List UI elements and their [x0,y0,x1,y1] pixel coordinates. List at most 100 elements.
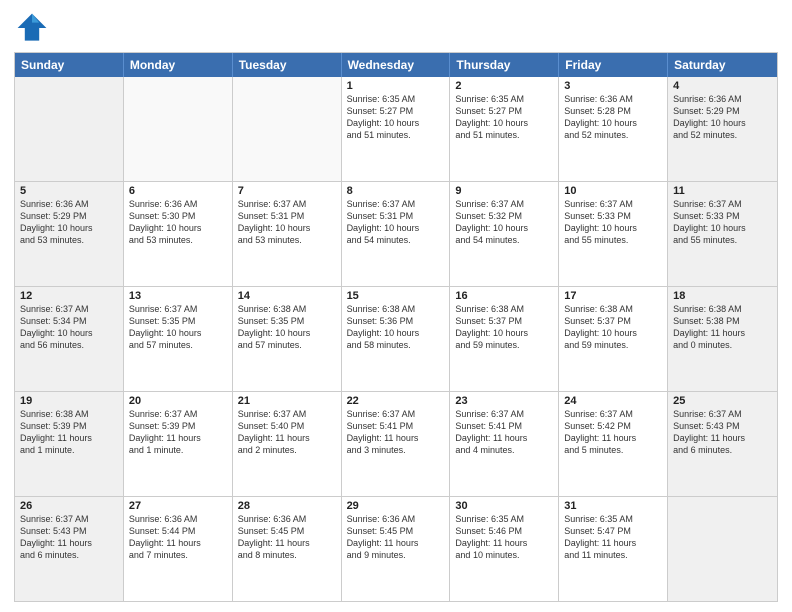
day-cell-8: 8Sunrise: 6:37 AMSunset: 5:31 PMDaylight… [342,182,451,286]
day-info: Sunrise: 6:35 AMSunset: 5:47 PMDaylight:… [564,513,662,562]
day-cell-19: 19Sunrise: 6:38 AMSunset: 5:39 PMDayligh… [15,392,124,496]
day-number: 13 [129,290,227,302]
header-cell-monday: Monday [124,53,233,77]
day-cell-28: 28Sunrise: 6:36 AMSunset: 5:45 PMDayligh… [233,497,342,601]
day-cell-20: 20Sunrise: 6:37 AMSunset: 5:39 PMDayligh… [124,392,233,496]
day-info: Sunrise: 6:36 AMSunset: 5:29 PMDaylight:… [673,93,772,142]
calendar: SundayMondayTuesdayWednesdayThursdayFrid… [14,52,778,602]
day-info: Sunrise: 6:35 AMSunset: 5:46 PMDaylight:… [455,513,553,562]
day-number: 11 [673,185,772,197]
day-info: Sunrise: 6:36 AMSunset: 5:45 PMDaylight:… [238,513,336,562]
day-number: 28 [238,500,336,512]
day-cell-23: 23Sunrise: 6:37 AMSunset: 5:41 PMDayligh… [450,392,559,496]
day-info: Sunrise: 6:38 AMSunset: 5:35 PMDaylight:… [238,303,336,352]
page: SundayMondayTuesdayWednesdayThursdayFrid… [0,0,792,612]
day-number: 4 [673,80,772,92]
day-number: 5 [20,185,118,197]
day-cell-31: 31Sunrise: 6:35 AMSunset: 5:47 PMDayligh… [559,497,668,601]
header [14,10,778,46]
day-cell-26: 26Sunrise: 6:37 AMSunset: 5:43 PMDayligh… [15,497,124,601]
logo-icon [14,10,50,46]
calendar-body: 1 Sunrise: 6:35 AMSunset: 5:27 PMDaylight… [15,77,777,601]
day-cell-22: 22Sunrise: 6:37 AMSunset: 5:41 PMDayligh… [342,392,451,496]
day-cell-25: 25Sunrise: 6:37 AMSunset: 5:43 PMDayligh… [668,392,777,496]
day-info: Sunrise: 6:36 AMSunset: 5:45 PMDaylight:… [347,513,445,562]
day-number: 29 [347,500,445,512]
day-info: Sunrise: 6:36 AMSunset: 5:28 PMDaylight:… [564,93,662,142]
day-number: 2 [455,80,553,92]
day-number: 19 [20,395,118,407]
header-cell-tuesday: Tuesday [233,53,342,77]
day-cell-29: 29Sunrise: 6:36 AMSunset: 5:45 PMDayligh… [342,497,451,601]
day-cell-empty-0-2 [233,77,342,181]
week-row-4: 19Sunrise: 6:38 AMSunset: 5:39 PMDayligh… [15,391,777,496]
day-number: 22 [347,395,445,407]
day-number: 15 [347,290,445,302]
day-info: Sunrise: 6:37 AMSunset: 5:41 PMDaylight:… [347,408,445,457]
day-cell-12: 12Sunrise: 6:37 AMSunset: 5:34 PMDayligh… [15,287,124,391]
day-cell-4: 4Sunrise: 6:36 AMSunset: 5:29 PMDaylight… [668,77,777,181]
day-number: 20 [129,395,227,407]
day-cell-empty-0-0 [15,77,124,181]
day-cell-2: 2Sunrise: 6:35 AMSunset: 5:27 PMDaylight… [450,77,559,181]
day-info: Sunrise: 6:37 AMSunset: 5:42 PMDaylight:… [564,408,662,457]
day-cell-15: 15Sunrise: 6:38 AMSunset: 5:36 PMDayligh… [342,287,451,391]
week-row-2: 5Sunrise: 6:36 AMSunset: 5:29 PMDaylight… [15,181,777,286]
day-number: 14 [238,290,336,302]
day-number: 16 [455,290,553,302]
day-info: Sunrise: 6:36 AMSunset: 5:44 PMDaylight:… [129,513,227,562]
day-cell-18: 18Sunrise: 6:38 AMSunset: 5:38 PMDayligh… [668,287,777,391]
header-cell-thursday: Thursday [450,53,559,77]
day-info: Sunrise: 6:38 AMSunset: 5:39 PMDaylight:… [20,408,118,457]
day-number: 8 [347,185,445,197]
day-number: 7 [238,185,336,197]
day-cell-24: 24Sunrise: 6:37 AMSunset: 5:42 PMDayligh… [559,392,668,496]
day-cell-3: 3Sunrise: 6:36 AMSunset: 5:28 PMDaylight… [559,77,668,181]
logo [14,10,54,46]
day-info: Sunrise: 6:38 AMSunset: 5:38 PMDaylight:… [673,303,772,352]
day-number: 21 [238,395,336,407]
day-cell-21: 21Sunrise: 6:37 AMSunset: 5:40 PMDayligh… [233,392,342,496]
day-number: 30 [455,500,553,512]
day-info: Sunrise: 6:37 AMSunset: 5:33 PMDaylight:… [564,198,662,247]
day-number: 27 [129,500,227,512]
day-info: Sunrise: 6:36 AMSunset: 5:30 PMDaylight:… [129,198,227,247]
day-number: 10 [564,185,662,197]
day-cell-6: 6Sunrise: 6:36 AMSunset: 5:30 PMDaylight… [124,182,233,286]
day-cell-7: 7Sunrise: 6:37 AMSunset: 5:31 PMDaylight… [233,182,342,286]
day-number: 31 [564,500,662,512]
header-cell-sunday: Sunday [15,53,124,77]
day-cell-16: 16Sunrise: 6:38 AMSunset: 5:37 PMDayligh… [450,287,559,391]
day-info: Sunrise: 6:37 AMSunset: 5:31 PMDaylight:… [347,198,445,247]
day-cell-9: 9Sunrise: 6:37 AMSunset: 5:32 PMDaylight… [450,182,559,286]
day-cell-30: 30Sunrise: 6:35 AMSunset: 5:46 PMDayligh… [450,497,559,601]
day-info: Sunrise: 6:37 AMSunset: 5:33 PMDaylight:… [673,198,772,247]
day-number: 6 [129,185,227,197]
day-cell-11: 11Sunrise: 6:37 AMSunset: 5:33 PMDayligh… [668,182,777,286]
header-cell-saturday: Saturday [668,53,777,77]
week-row-1: 1 Sunrise: 6:35 AMSunset: 5:27 PMDaylight… [15,77,777,181]
header-cell-friday: Friday [559,53,668,77]
day-info: Sunrise: 6:38 AMSunset: 5:37 PMDaylight:… [564,303,662,352]
day-info: Sunrise: 6:37 AMSunset: 5:32 PMDaylight:… [455,198,553,247]
day-info: Sunrise: 6:37 AMSunset: 5:40 PMDaylight:… [238,408,336,457]
day-number: 25 [673,395,772,407]
day-info: Sunrise: 6:35 AMSunset: 5:27 PMDaylight:… [455,93,553,142]
day-info: Sunrise: 6:37 AMSunset: 5:31 PMDaylight:… [238,198,336,247]
header-cell-wednesday: Wednesday [342,53,451,77]
day-number: 24 [564,395,662,407]
day-number: 1 [347,80,445,92]
week-row-3: 12Sunrise: 6:37 AMSunset: 5:34 PMDayligh… [15,286,777,391]
day-info: Sunrise: 6:38 AMSunset: 5:36 PMDaylight:… [347,303,445,352]
day-info: Sunrise: 6:37 AMSunset: 5:43 PMDaylight:… [20,513,118,562]
day-cell-13: 13Sunrise: 6:37 AMSunset: 5:35 PMDayligh… [124,287,233,391]
day-number: 18 [673,290,772,302]
day-number: 17 [564,290,662,302]
day-info: Sunrise: 6:37 AMSunset: 5:39 PMDaylight:… [129,408,227,457]
day-info: Sunrise: 6:37 AMSunset: 5:43 PMDaylight:… [673,408,772,457]
day-cell-1: 1Sunrise: 6:35 AMSunset: 5:27 PMDaylight… [342,77,451,181]
day-number: 23 [455,395,553,407]
day-cell-27: 27Sunrise: 6:36 AMSunset: 5:44 PMDayligh… [124,497,233,601]
day-info: Sunrise: 6:38 AMSunset: 5:37 PMDaylight:… [455,303,553,352]
day-cell-empty-0-1 [124,77,233,181]
